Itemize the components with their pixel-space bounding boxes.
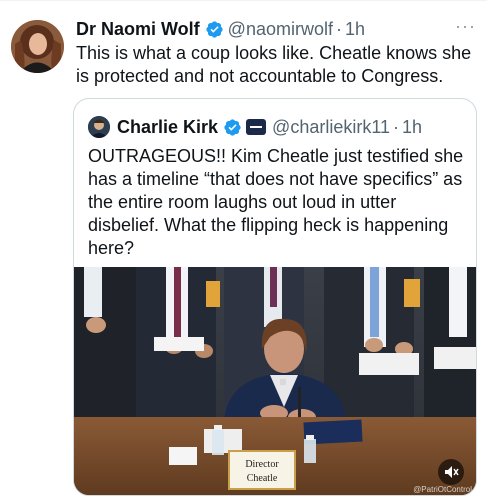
author-avatar[interactable]: [11, 20, 64, 73]
more-icon[interactable]: ···: [455, 16, 487, 37]
quoted-author-name[interactable]: Charlie Kirk: [117, 117, 218, 138]
verified-badge-icon: [206, 20, 223, 38]
quoted-tweet-header: Charlie Kirk @charliekirk11 · 1h: [88, 115, 422, 139]
timestamp[interactable]: 1h: [345, 19, 365, 40]
nameplate-line1: Director: [245, 459, 279, 470]
quoted-author-avatar[interactable]: [88, 116, 110, 138]
mute-icon[interactable]: [438, 459, 464, 485]
hearing-scene-image: Director Cheatle: [74, 267, 476, 495]
quoted-author-handle[interactable]: @charliekirk11: [272, 117, 390, 138]
tweet-header: Dr Naomi Wolf @naomirwolf · 1h: [76, 16, 475, 42]
org-badge-icon: [246, 119, 267, 135]
divider: [0, 0, 487, 1]
separator: ·: [335, 18, 342, 39]
video-media[interactable]: Director Cheatle @PatriOtControl: [74, 267, 476, 495]
nameplate-line2: Cheatle: [247, 473, 278, 484]
separator: ·: [393, 116, 400, 137]
tweet-text: This is what a coup looks like. Cheatle …: [76, 43, 472, 86]
verified-badge-icon: [224, 118, 241, 136]
quoted-tweet[interactable]: Charlie Kirk @charliekirk11 · 1h OUTRAGE…: [73, 98, 477, 496]
author-name[interactable]: Dr Naomi Wolf: [76, 19, 200, 40]
quoted-tweet-text: OUTRAGEOUS!! Kim Cheatle just testified …: [88, 146, 464, 258]
author-handle[interactable]: @naomirwolf: [228, 19, 333, 40]
quoted-timestamp[interactable]: 1h: [402, 117, 422, 138]
video-watermark: @PatriOtControl: [413, 485, 472, 494]
